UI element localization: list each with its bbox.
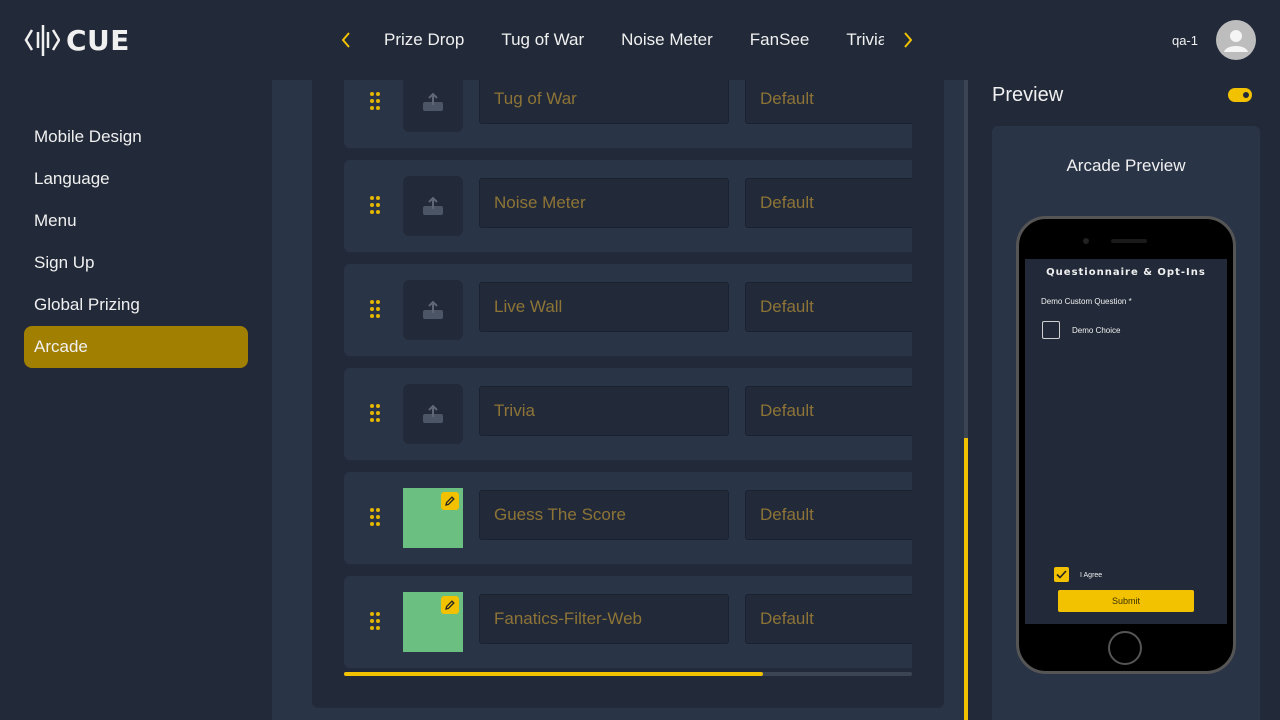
question-label: Demo Custom Question * bbox=[1041, 297, 1132, 306]
sidebar-item-global-prizing[interactable]: Global Prizing bbox=[24, 284, 248, 326]
sidebar-item-arcade[interactable]: Arcade bbox=[24, 326, 248, 368]
drag-handle-icon[interactable] bbox=[370, 92, 382, 112]
upload-icon bbox=[423, 300, 443, 319]
drag-handle-icon[interactable] bbox=[370, 612, 382, 632]
preview-panel: Preview Arcade Preview Questionnaire & O… bbox=[968, 80, 1280, 720]
game-type-field[interactable]: Default bbox=[745, 386, 912, 436]
edit-image-button[interactable] bbox=[441, 596, 459, 614]
game-name-field[interactable]: Trivia bbox=[479, 386, 729, 436]
arcade-list-panel: Tug of War Default Noise Meter Default L… bbox=[312, 80, 944, 708]
checkmark-icon bbox=[1056, 570, 1067, 579]
game-type-field[interactable]: Default bbox=[745, 178, 912, 228]
chevron-right-icon bbox=[904, 32, 913, 48]
sidebar-item-menu[interactable]: Menu bbox=[24, 200, 248, 242]
preview-card-title: Arcade Preview bbox=[1066, 156, 1186, 175]
game-image-thumbnail[interactable] bbox=[403, 488, 463, 548]
choice-checkbox[interactable] bbox=[1042, 321, 1060, 339]
game-name-field[interactable]: Fanatics-Filter-Web bbox=[479, 594, 729, 644]
list-item: Guess The Score Default bbox=[344, 472, 912, 564]
game-type-field[interactable]: Default bbox=[745, 80, 912, 124]
sidebar: Mobile Design Language Menu Sign Up Glob… bbox=[0, 80, 272, 720]
upload-icon bbox=[423, 196, 443, 215]
upload-image-button[interactable] bbox=[403, 80, 463, 132]
phone-screen: Questionnaire & Opt-Ins Demo Custom Ques… bbox=[1025, 259, 1227, 624]
game-name-field[interactable]: Guess The Score bbox=[479, 490, 729, 540]
list-item: Noise Meter Default bbox=[344, 160, 912, 252]
phone-mockup: Questionnaire & Opt-Ins Demo Custom Ques… bbox=[1016, 216, 1236, 674]
game-type-field[interactable]: Default bbox=[745, 490, 912, 540]
list-item: Fanatics-Filter-Web Default bbox=[344, 576, 912, 668]
upload-icon bbox=[423, 92, 443, 111]
sidebar-item-mobile-design[interactable]: Mobile Design bbox=[24, 116, 248, 158]
list-item: Trivia Default bbox=[344, 368, 912, 460]
tabs-next-button[interactable] bbox=[896, 20, 920, 60]
list-item: Live Wall Default bbox=[344, 264, 912, 356]
preview-toggle[interactable] bbox=[1228, 88, 1252, 102]
phone-camera bbox=[1083, 238, 1089, 244]
tab-fansee[interactable]: FanSee bbox=[750, 20, 810, 60]
sidebar-item-language[interactable]: Language bbox=[24, 158, 248, 200]
drag-handle-icon[interactable] bbox=[370, 508, 382, 528]
user-icon bbox=[1224, 30, 1248, 52]
avatar[interactable] bbox=[1216, 20, 1256, 60]
chevron-left-icon bbox=[341, 32, 350, 48]
drag-handle-icon[interactable] bbox=[370, 300, 382, 320]
game-image-thumbnail[interactable] bbox=[403, 592, 463, 652]
pencil-icon bbox=[445, 496, 455, 506]
arcade-list: Tug of War Default Noise Meter Default L… bbox=[344, 80, 912, 672]
drag-handle-icon[interactable] bbox=[370, 404, 382, 424]
tab-noise-meter[interactable]: Noise Meter bbox=[621, 20, 713, 60]
upload-icon bbox=[423, 404, 443, 423]
arcade-content: Tug of War Default Noise Meter Default L… bbox=[272, 80, 964, 720]
upload-image-button[interactable] bbox=[403, 280, 463, 340]
game-type-field[interactable]: Default bbox=[745, 594, 912, 644]
tab-trivia[interactable]: Trivia bbox=[846, 20, 884, 60]
top-bar: CUE Prize Drop Tug of War Noise Meter FanSe… bbox=[0, 0, 1280, 80]
submit-button[interactable]: Submit bbox=[1058, 590, 1194, 612]
user-menu[interactable]: qa-1 bbox=[1172, 20, 1256, 60]
horizontal-scrollbar-thumb[interactable] bbox=[344, 672, 763, 676]
tabs-strip: Prize Drop Tug of War Noise Meter FanSee Tri… bbox=[384, 20, 884, 60]
game-name-field[interactable]: Live Wall bbox=[479, 282, 729, 332]
choice-label: Demo Choice bbox=[1072, 326, 1121, 335]
edit-image-button[interactable] bbox=[441, 492, 459, 510]
user-name: qa-1 bbox=[1171, 32, 1198, 48]
logo[interactable]: CUE bbox=[24, 20, 130, 60]
tab-prize-drop[interactable]: Prize Drop bbox=[384, 20, 464, 60]
game-tabs: Prize Drop Tug of War Noise Meter FanSee Tri… bbox=[334, 20, 920, 60]
upload-image-button[interactable] bbox=[403, 176, 463, 236]
horizontal-scrollbar[interactable] bbox=[344, 672, 912, 676]
logo-icon bbox=[24, 25, 60, 56]
preview-title: Preview bbox=[992, 84, 1064, 106]
game-type-field[interactable]: Default bbox=[745, 282, 912, 332]
game-name-field[interactable]: Tug of War bbox=[479, 80, 729, 124]
game-name-field[interactable]: Noise Meter bbox=[479, 178, 729, 228]
sidebar-item-sign-up[interactable]: Sign Up bbox=[24, 242, 248, 284]
upload-image-button[interactable] bbox=[403, 384, 463, 444]
tabs-prev-button[interactable] bbox=[334, 20, 358, 60]
tab-tug-of-war[interactable]: Tug of War bbox=[501, 20, 584, 60]
phone-home-button bbox=[1108, 631, 1142, 665]
agree-checkbox[interactable] bbox=[1054, 567, 1069, 582]
questionnaire-title: Questionnaire & Opt-Ins bbox=[1046, 267, 1206, 278]
phone-speaker bbox=[1111, 239, 1147, 243]
list-item: Tug of War Default bbox=[344, 80, 912, 148]
pencil-icon bbox=[445, 600, 455, 610]
logo-text: CUE bbox=[66, 23, 130, 57]
preview-card: Arcade Preview Questionnaire & Opt-Ins D… bbox=[992, 126, 1260, 720]
drag-handle-icon[interactable] bbox=[370, 196, 382, 216]
agree-label: I Agree bbox=[1080, 572, 1103, 579]
